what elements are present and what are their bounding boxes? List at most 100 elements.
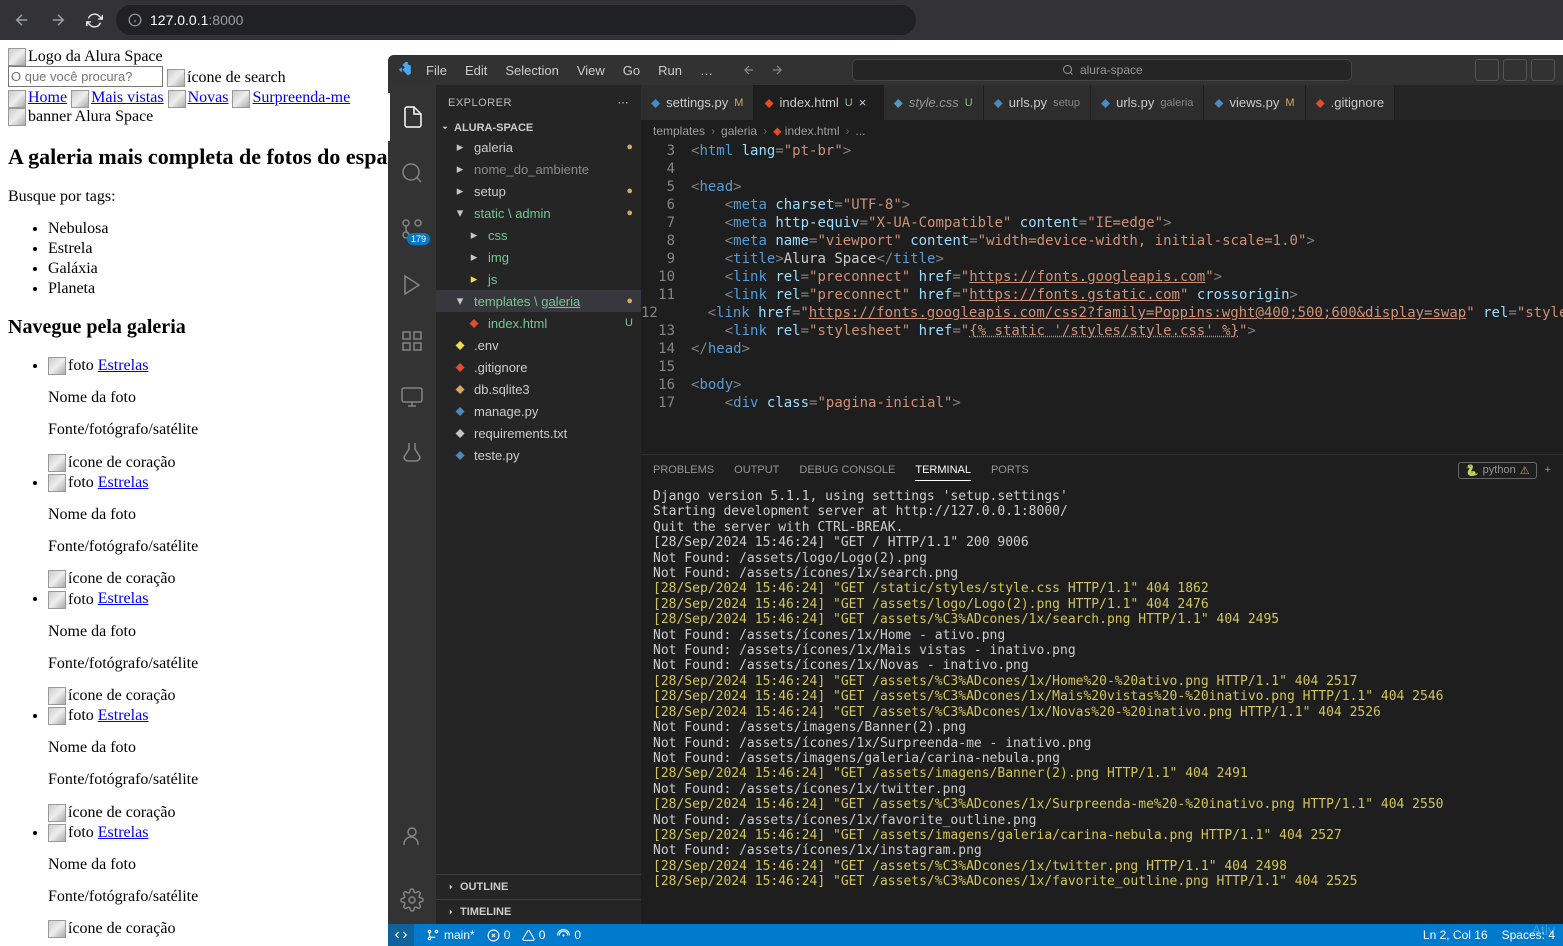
tree-folder-css[interactable]: ▸css [436,224,641,246]
logo-broken-img: Logo da Alura Space [8,48,163,66]
menu-item[interactable]: Edit [457,59,495,82]
nav-link[interactable]: Mais vistas [91,89,163,106]
gallery-img: foto [48,357,94,375]
extensions-icon[interactable] [388,317,436,365]
tree-folder-ambiente[interactable]: ▸nome_do_ambiente [436,158,641,180]
tree-file-requirements[interactable]: ⬥requirements.txt [436,422,641,444]
code-editor[interactable]: 3<html lang="pt-br">45<head>6 <meta char… [641,142,1563,454]
tree-file-db[interactable]: ⬥db.sqlite3 [436,378,641,400]
explorer-sidebar: EXPLORER ⋯ ALURA-SPACE ▸galeria● ▸nome_d… [436,85,641,924]
run-debug-icon[interactable] [388,261,436,309]
gallery-link[interactable]: Estrelas [98,357,149,374]
panel-tab[interactable]: PROBLEMS [653,460,714,480]
add-terminal-icon[interactable]: + [1545,464,1551,476]
panel-tab[interactable]: DEBUG CONSOLE [799,460,895,480]
breadcrumb-item[interactable]: ... [856,124,866,138]
settings-gear-icon[interactable] [388,876,436,924]
heart-icon: ícone de coração [48,804,175,822]
panel-tabs: PROBLEMS OUTPUT DEBUG CONSOLE TERMINAL PORTS… [641,455,1563,485]
breadcrumb-item[interactable]: templates [653,124,705,138]
nav-icon [8,90,28,108]
layout-left-icon[interactable] [1475,59,1499,81]
editor-tab[interactable]: ⬥settings.pyM [641,85,754,120]
nav-link[interactable]: Novas [188,89,229,106]
nav-link[interactable]: Surpreenda-me [252,89,350,106]
panel-tab[interactable]: OUTPUT [734,460,779,480]
tree-folder-setup[interactable]: ▸setup● [436,180,641,202]
more-icon[interactable]: ⋯ [618,96,630,109]
indentation-status[interactable]: Spaces: 4 [1502,928,1555,942]
tree-folder-templates[interactable]: ▾templates \ galeria● [436,290,641,312]
back-button[interactable] [8,6,36,34]
layout-bottom-icon[interactable] [1503,59,1527,81]
editor-tab[interactable]: ⬥views.pyM [1204,85,1305,120]
remote-button[interactable] [388,924,414,946]
tree-folder-img[interactable]: ▸img [436,246,641,268]
menubar: FileEditSelectionViewGoRun… [418,59,721,82]
terminal-output[interactable]: Django version 5.1.1, using settings 'se… [641,485,1563,924]
cursor-position[interactable]: Ln 2, Col 16 [1423,928,1488,942]
tree-file-teste[interactable]: ⬥teste.py [436,444,641,466]
panel-tab[interactable]: PORTS [991,460,1029,480]
breadcrumb-item[interactable]: ⬥ index.html [773,124,839,139]
menu-item[interactable]: View [569,59,613,82]
gallery-img: foto [48,591,94,609]
py-file-icon: ⬥ [1214,95,1223,111]
editor-tab[interactable]: ⬥urls.pygaleria [1091,85,1204,120]
gallery-link[interactable]: Estrelas [98,707,149,724]
accounts-icon[interactable] [388,812,436,860]
url-bar[interactable]: 127.0.0.1:8000 [116,5,916,35]
explorer-title: EXPLORER ⋯ [436,85,641,120]
breadcrumb-item[interactable]: galeria [721,124,757,138]
tree-file-env[interactable]: ⬥.env [436,334,641,356]
close-icon[interactable]: × [859,95,873,110]
search-activity-icon[interactable] [388,149,436,197]
branch-status[interactable]: main* [426,928,475,942]
panel-tab[interactable]: TERMINAL [915,460,971,481]
forward-button[interactable] [44,6,72,34]
tree-folder-js[interactable]: ▸js [436,268,641,290]
menu-item[interactable]: Run [650,59,690,82]
source-control-icon[interactable]: 179 [388,205,436,253]
editor-tab[interactable]: ⬥style.cssU [884,85,984,120]
nav-icon [232,90,252,108]
title-forward-button[interactable] [765,58,789,82]
title-back-button[interactable] [737,58,761,82]
layout-right-icon[interactable] [1531,59,1555,81]
timeline-section[interactable]: TIMELINE [436,899,641,924]
layout-controls[interactable] [1475,59,1555,81]
nav-icon [168,90,188,108]
breadcrumbs[interactable]: templates›galeria›⬥ index.html›... [641,120,1563,142]
nav-link[interactable]: Home [28,89,67,106]
site-info-icon[interactable] [128,13,142,27]
menu-item[interactable]: … [692,59,721,82]
gallery-link[interactable]: Estrelas [98,474,149,491]
terminal-shell-badge[interactable]: 🐍python⚠ [1458,462,1537,479]
tree-file-gitignore[interactable]: ⬥.gitignore [436,356,641,378]
tree-folder-galeria[interactable]: ▸galeria● [436,136,641,158]
editor-tab[interactable]: ⬥.gitignore [1306,85,1396,120]
nav-icon [71,90,91,108]
gallery-link[interactable]: Estrelas [98,824,149,841]
outline-section[interactable]: OUTLINE [436,874,641,899]
reload-button[interactable] [80,6,108,34]
editor-tab[interactable]: ⬥index.htmlU× [754,85,883,120]
search-input[interactable] [8,66,163,87]
tree-file-manage[interactable]: ⬥manage.py [436,400,641,422]
tree-folder-static[interactable]: ▾static \ admin● [436,202,641,224]
file-tree: ▸galeria● ▸nome_do_ambiente ▸setup● ▾sta… [436,136,641,874]
problems-status[interactable]: 0 0 [487,928,546,942]
menu-item[interactable]: Selection [497,59,566,82]
gallery-link[interactable]: Estrelas [98,590,149,607]
ports-status[interactable]: 0 [557,928,581,942]
tree-file-index-html[interactable]: ⬥index.htmlU [436,312,641,334]
editor-tab[interactable]: ⬥urls.pysetup [984,85,1091,120]
remote-explorer-icon[interactable] [388,373,436,421]
explorer-icon[interactable] [388,93,436,141]
testing-icon[interactable] [388,429,436,477]
command-center[interactable]: alura-space [852,59,1352,81]
menu-item[interactable]: Go [615,59,648,82]
activity-bar: 179 [388,85,436,924]
menu-item[interactable]: File [418,59,455,82]
workspace-section[interactable]: ALURA-SPACE [436,120,641,136]
